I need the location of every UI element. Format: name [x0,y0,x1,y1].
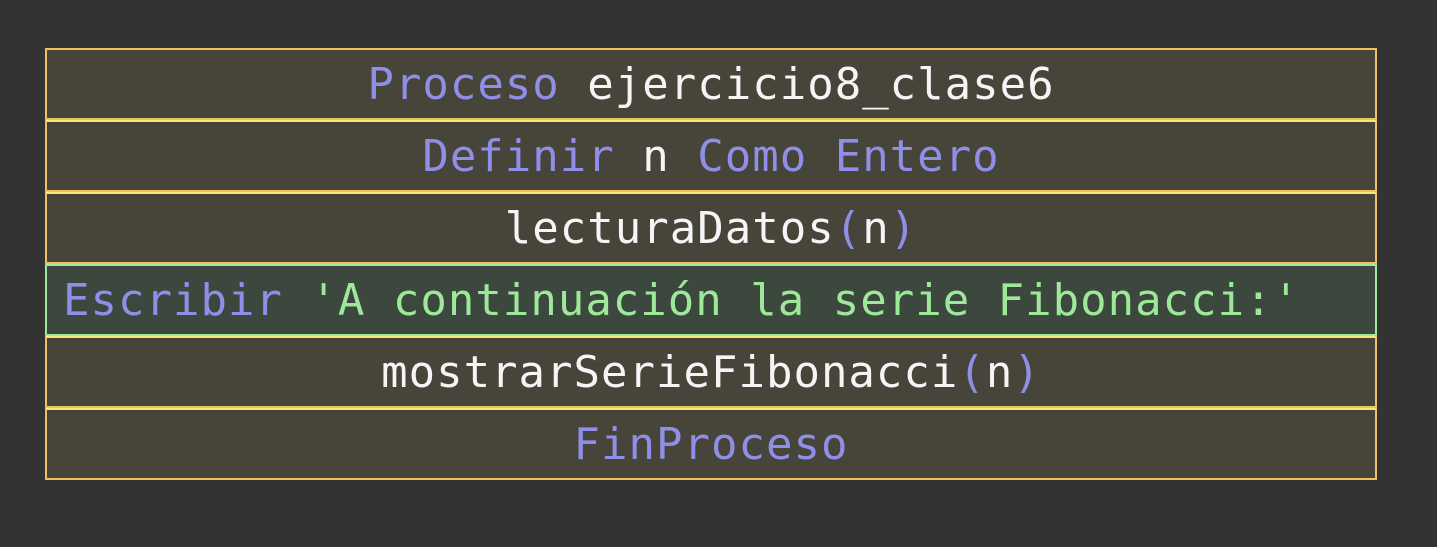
function-lectura-datos: lecturaDatos [504,203,835,254]
close-paren: ) [889,203,918,254]
call-lectura-block: lecturaDatos(n) [45,192,1377,264]
write-block: Escribir 'A continuación la serie Fibona… [45,264,1377,336]
process-name: ejercicio8_clase6 [559,59,1055,110]
function-mostrar-serie-fibonacci: mostrarSerieFibonacci [381,347,959,398]
process-start-block: Proceso ejercicio8_clase6 [45,48,1377,120]
output-string: 'A continuación la serie Fibonacci:' [282,275,1301,326]
keyword-definir: Definir [422,131,615,182]
call-mostrar-block: mostrarSerieFibonacci(n) [45,336,1377,408]
argument-n: n [985,347,1014,398]
process-end-block: FinProceso [45,408,1377,480]
argument-n: n [862,203,890,254]
keyword-proceso: Proceso [367,59,560,110]
variable-name: n [614,131,698,182]
close-paren: ) [1013,347,1041,398]
open-paren: ( [958,347,986,398]
keyword-como-entero: Como Entero [697,131,1000,182]
keyword-fin-proceso: FinProceso [573,419,849,470]
open-paren: ( [834,203,863,254]
flowchart-diagram: Proceso ejercicio8_clase6 Definir n Como… [45,48,1377,480]
keyword-escribir: Escribir [63,275,283,326]
define-block: Definir n Como Entero [45,120,1377,192]
